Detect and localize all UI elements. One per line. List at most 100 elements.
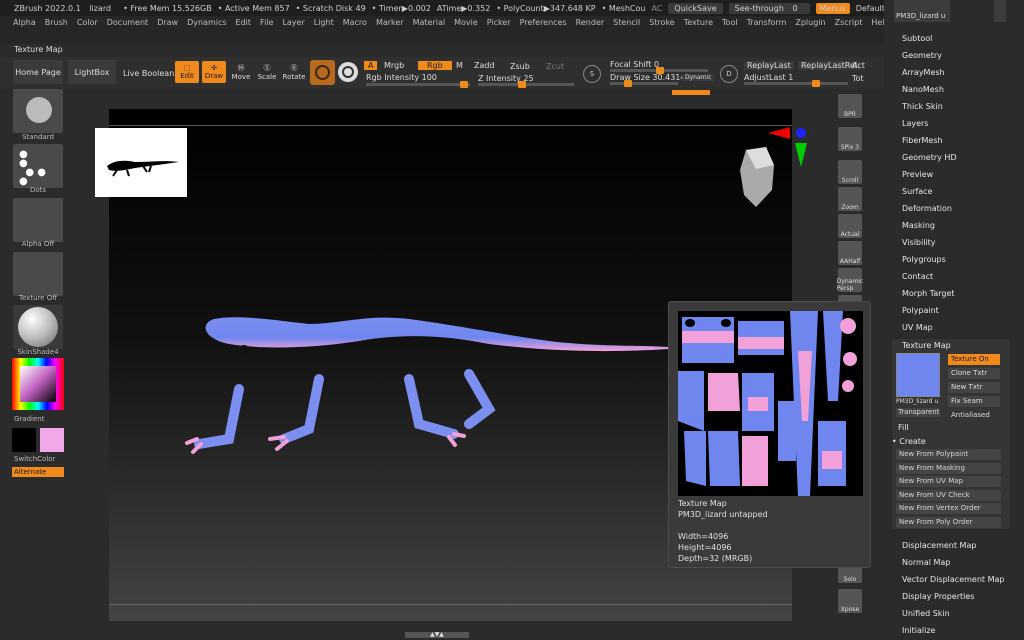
material-tile[interactable] <box>13 305 63 349</box>
palette-polygroups[interactable]: Polygroups <box>902 255 946 264</box>
view-button-scroll[interactable]: Scroll <box>838 160 862 184</box>
see-through-slider[interactable]: See-through 0 <box>728 2 810 14</box>
view-button-xpose[interactable]: Xpose <box>838 589 862 613</box>
texture-map-popup[interactable]: Texture Map PM3D_lizard untapped Width=4… <box>668 301 871 568</box>
palette-arraymesh[interactable]: ArrayMesh <box>902 68 945 77</box>
rgb-toggle[interactable]: Rgb <box>418 61 452 70</box>
transparent-toggle[interactable]: Transparent <box>896 408 940 417</box>
color-square[interactable] <box>20 366 56 402</box>
menu-render[interactable]: Render <box>576 18 604 27</box>
palette-masking[interactable]: Masking <box>902 221 935 230</box>
palette-morph-target[interactable]: Morph Target <box>902 289 955 298</box>
main-color-swatch[interactable] <box>12 428 36 452</box>
rgb-intensity-slider[interactable] <box>366 81 470 88</box>
palette-unified-skin[interactable]: Unified Skin <box>902 609 950 618</box>
z-intensity-slider[interactable] <box>478 81 574 88</box>
texture-tile[interactable] <box>13 252 63 296</box>
menu-color[interactable]: Color <box>77 18 98 27</box>
secondary-color-swatch[interactable] <box>40 428 64 452</box>
home-page-button[interactable]: Home Page <box>13 60 63 84</box>
create-subpalette[interactable]: • Create <box>892 437 926 446</box>
m-toggle[interactable]: M <box>456 61 463 70</box>
palette-displacement-map[interactable]: Displacement Map <box>902 541 976 550</box>
palette-scroll-handle[interactable] <box>994 0 1006 22</box>
draw-size-slider[interactable] <box>610 80 678 87</box>
default-zscript-button[interactable]: DefaultZScript <box>856 4 884 13</box>
new-txtr-button[interactable]: New Txtr <box>948 382 1000 393</box>
palette-subtool[interactable]: Subtool <box>902 34 932 43</box>
zcut-toggle[interactable]: Zcut <box>546 62 564 71</box>
palette-polypaint[interactable]: Polypaint <box>902 306 939 315</box>
clone-txtr-button[interactable]: Clone Txtr <box>948 368 1000 379</box>
brush-standard-tile[interactable] <box>13 89 63 133</box>
replay-last-rel-button[interactable]: ReplayLastRel <box>798 61 861 70</box>
menu-material[interactable]: Material <box>413 18 446 27</box>
focal-shift-slider[interactable] <box>610 67 708 74</box>
palette-display-properties[interactable]: Display Properties <box>902 592 974 601</box>
antialiased-toggle[interactable]: Antialiased <box>948 410 1000 421</box>
menu-draw[interactable]: Draw <box>157 18 178 27</box>
zsub-toggle[interactable]: Zsub <box>510 62 530 71</box>
menu-dynamics[interactable]: Dynamics <box>187 18 226 27</box>
menu-macro[interactable]: Macro <box>343 18 367 27</box>
menu-marker[interactable]: Marker <box>376 18 404 27</box>
menu-edit[interactable]: Edit <box>236 18 252 27</box>
view-button-dynamic-persp[interactable]: Dynamic Persp <box>837 268 863 292</box>
palette-geometry[interactable]: Geometry <box>902 51 942 60</box>
draw-button[interactable]: ✣ Draw <box>202 61 226 83</box>
fill-subpalette[interactable]: Fill <box>898 423 909 432</box>
create-new-from-uv-map[interactable]: New From UV Map <box>896 476 1001 487</box>
tool-thumbnail[interactable]: PM3D_lizard u <box>894 0 950 22</box>
menu-zscript[interactable]: Zscript <box>835 18 863 27</box>
d-icon[interactable]: D <box>720 65 738 83</box>
menu-zplugin[interactable]: Zplugin <box>795 18 825 27</box>
switchcolor-button[interactable]: SwitchColor <box>14 455 64 463</box>
palette-deformation[interactable]: Deformation <box>902 204 952 213</box>
palette-normal-map[interactable]: Normal Map <box>902 558 950 567</box>
menu-light[interactable]: Light <box>314 18 334 27</box>
sculptris-icon[interactable]: S <box>583 65 601 83</box>
stroke-dots-tile[interactable]: ● ● ● ● ● <box>13 144 63 188</box>
texture-on-toggle[interactable]: Texture On <box>948 354 1000 365</box>
create-new-from-poly-order[interactable]: New From Poly Order <box>896 516 1001 528</box>
view-button-zoom[interactable]: Zoom <box>838 187 862 211</box>
alternate-toggle[interactable]: Alternate <box>12 467 64 477</box>
view-button-actual[interactable]: Actual <box>838 214 862 238</box>
menu-picker[interactable]: Picker <box>487 18 511 27</box>
palette-initialize[interactable]: Initialize <box>902 626 935 635</box>
a-toggle[interactable]: A <box>364 61 378 70</box>
palette-vector-displacement-map[interactable]: Vector Displacement Map <box>902 575 1004 584</box>
gizmo-button[interactable] <box>310 60 335 85</box>
dynamic-toggle[interactable]: Dynamic <box>682 74 715 81</box>
menu-texture[interactable]: Texture <box>684 18 713 27</box>
live-boolean-button[interactable]: Live Boolean <box>123 69 174 78</box>
alpha-tile[interactable] <box>13 198 63 242</box>
fix-seam-button[interactable]: Fix Seam <box>948 396 1000 407</box>
menu-brush[interactable]: Brush <box>45 18 68 27</box>
color-picker[interactable] <box>12 358 64 410</box>
create-new-from-vertex-order[interactable]: New From Vertex Order <box>896 503 1001 514</box>
menu-preferences[interactable]: Preferences <box>520 18 567 27</box>
menu-movie[interactable]: Movie <box>454 18 478 27</box>
menu-tool[interactable]: Tool <box>722 18 738 27</box>
palette-visibility[interactable]: Visibility <box>902 238 936 247</box>
replay-last-button[interactable]: ReplayLast <box>744 61 794 70</box>
menus-button[interactable]: Menus <box>815 2 850 14</box>
palette-geometry-hd[interactable]: Geometry HD <box>902 153 957 162</box>
palette-uv-map[interactable]: UV Map <box>902 323 933 332</box>
material-sphere-icon[interactable] <box>338 62 358 82</box>
bottom-tray-toggle[interactable]: ▲▼▲ <box>405 632 469 638</box>
navigation-thumbnail[interactable] <box>95 128 187 197</box>
texture-thumbnail[interactable] <box>896 353 940 397</box>
menu-stroke[interactable]: Stroke <box>649 18 675 27</box>
view-button-aahalf[interactable]: AAHalf <box>838 241 862 265</box>
mrgb-toggle[interactable]: Mrgb <box>384 61 404 70</box>
scale-button[interactable]: Ⓢ Scale <box>255 61 279 83</box>
palette-texture-map[interactable]: Texture Map <box>902 341 951 350</box>
create-new-from-masking[interactable]: New From Masking <box>896 462 1001 474</box>
palette-contact[interactable]: Contact <box>902 272 933 281</box>
menu-alpha[interactable]: Alpha <box>13 18 36 27</box>
rotate-button[interactable]: Ⓡ Rotate <box>282 61 306 83</box>
adjust-last-slider[interactable] <box>744 80 848 87</box>
palette-thick-skin[interactable]: Thick Skin <box>902 102 943 111</box>
